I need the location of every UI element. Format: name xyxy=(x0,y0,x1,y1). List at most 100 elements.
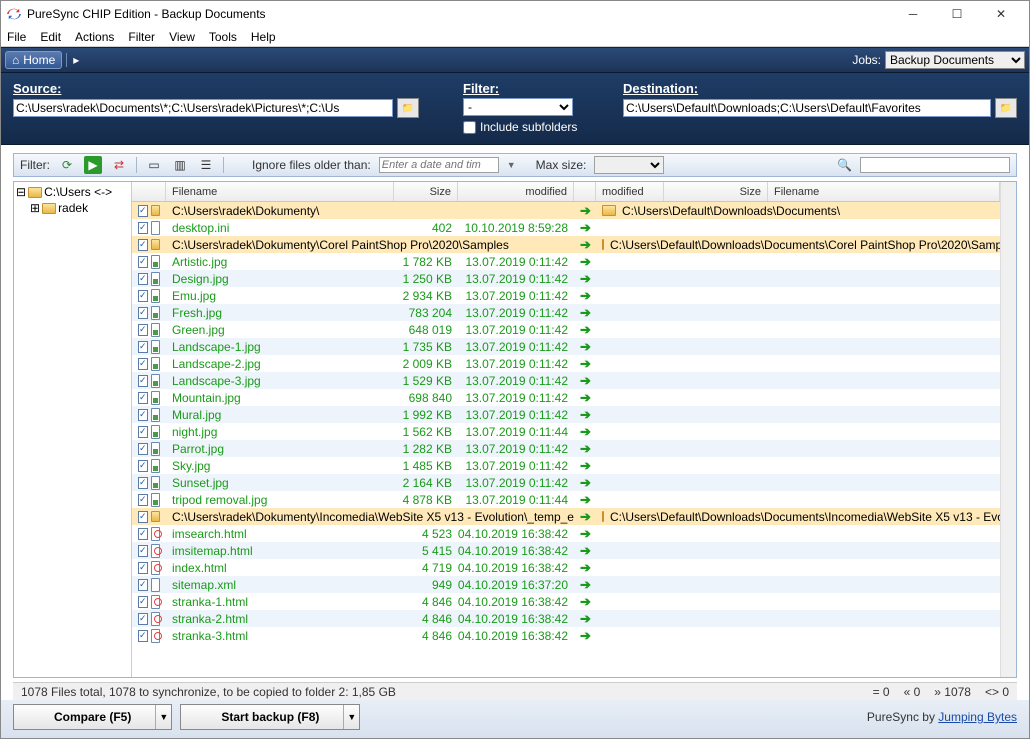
search-input[interactable] xyxy=(860,157,1010,173)
file-row[interactable]: ✓stranka-2.html4 84604.10.2019 16:38:42➔ xyxy=(132,610,1000,627)
header-size[interactable]: Size xyxy=(394,182,458,201)
file-row[interactable]: ✓desktop.ini40210.10.2019 8:59:28➔ xyxy=(132,219,1000,236)
file-row[interactable]: ✓index.html4 71904.10.2019 16:38:42➔ xyxy=(132,559,1000,576)
folder-tree[interactable]: ⊟ C:\Users <-> ⊞ radek xyxy=(14,182,132,677)
header-check[interactable] xyxy=(132,182,166,201)
direction-arrow-icon[interactable]: ➔ xyxy=(580,594,591,610)
row-checkbox[interactable]: ✓ xyxy=(138,511,148,523)
row-checkbox[interactable]: ✓ xyxy=(138,579,148,591)
view-split-icon[interactable]: ▥ xyxy=(171,156,189,174)
row-checkbox[interactable]: ✓ xyxy=(138,239,148,251)
row-checkbox[interactable]: ✓ xyxy=(138,630,148,642)
direction-arrow-icon[interactable]: ➔ xyxy=(580,628,591,644)
direction-arrow-icon[interactable]: ➔ xyxy=(580,288,591,304)
row-checkbox[interactable]: ✓ xyxy=(138,460,148,472)
menu-actions[interactable]: Actions xyxy=(75,30,114,44)
row-checkbox[interactable]: ✓ xyxy=(138,477,148,489)
maxsize-select[interactable] xyxy=(594,156,664,174)
direction-arrow-icon[interactable]: ➔ xyxy=(580,560,591,576)
file-row[interactable]: ✓imsearch.html4 52304.10.2019 16:38:42➔ xyxy=(132,525,1000,542)
view-list-icon[interactable]: ☰ xyxy=(197,156,215,174)
row-checkbox[interactable]: ✓ xyxy=(138,409,148,421)
menu-view[interactable]: View xyxy=(169,30,195,44)
header-size2[interactable]: Size xyxy=(664,182,768,201)
search-icon[interactable]: 🔍 xyxy=(837,158,852,172)
file-row[interactable]: ✓imsitemap.html5 41504.10.2019 16:38:42➔ xyxy=(132,542,1000,559)
header-filename[interactable]: Filename xyxy=(166,182,394,201)
file-row[interactable]: ✓stranka-1.html4 84604.10.2019 16:38:42➔ xyxy=(132,593,1000,610)
direction-arrow-icon[interactable]: ➔ xyxy=(580,339,591,355)
header-modified2[interactable]: modified xyxy=(596,182,664,201)
row-checkbox[interactable]: ✓ xyxy=(138,205,148,217)
menu-tools[interactable]: Tools xyxy=(209,30,237,44)
file-row[interactable]: ✓Parrot.jpg1 282 KB13.07.2019 0:11:42➔ xyxy=(132,440,1000,457)
direction-arrow-icon[interactable]: ➔ xyxy=(580,577,591,593)
source-browse-button[interactable]: 📁 xyxy=(397,98,419,118)
row-checkbox[interactable]: ✓ xyxy=(138,443,148,455)
compare-button[interactable]: Compare (F5) ▼ xyxy=(13,704,172,730)
menu-filter[interactable]: Filter xyxy=(128,30,155,44)
direction-arrow-icon[interactable]: ➔ xyxy=(580,220,591,236)
row-checkbox[interactable]: ✓ xyxy=(138,256,148,268)
row-checkbox[interactable]: ✓ xyxy=(138,273,148,285)
direction-arrow-icon[interactable]: ➔ xyxy=(580,509,591,525)
direction-arrow-icon[interactable]: ➔ xyxy=(580,356,591,372)
direction-arrow-icon[interactable]: ➔ xyxy=(580,407,591,423)
home-button[interactable]: ⌂ Home xyxy=(5,51,62,69)
row-checkbox[interactable]: ✓ xyxy=(138,290,148,302)
direction-arrow-icon[interactable]: ➔ xyxy=(580,492,591,508)
row-checkbox[interactable]: ✓ xyxy=(138,375,148,387)
direction-arrow-icon[interactable]: ➔ xyxy=(580,543,591,559)
row-checkbox[interactable]: ✓ xyxy=(138,545,148,557)
folder-row[interactable]: ✓C:\Users\radek\Dokumenty\Incomedia\WebS… xyxy=(132,508,1000,525)
direction-arrow-icon[interactable]: ➔ xyxy=(580,424,591,440)
file-row[interactable]: ✓Mural.jpg1 992 KB13.07.2019 0:11:42➔ xyxy=(132,406,1000,423)
row-checkbox[interactable]: ✓ xyxy=(138,528,148,540)
destination-path-input[interactable] xyxy=(623,99,991,117)
tree-child[interactable]: ⊞ radek xyxy=(16,200,129,216)
file-row[interactable]: ✓Landscape-1.jpg1 735 KB13.07.2019 0:11:… xyxy=(132,338,1000,355)
direction-arrow-icon[interactable]: ➔ xyxy=(580,475,591,491)
compare-dropdown-icon[interactable]: ▼ xyxy=(155,705,171,729)
direction-arrow-icon[interactable]: ➔ xyxy=(580,271,591,287)
file-row[interactable]: ✓Landscape-3.jpg1 529 KB13.07.2019 0:11:… xyxy=(132,372,1000,389)
row-checkbox[interactable]: ✓ xyxy=(138,307,148,319)
direction-arrow-icon[interactable]: ➔ xyxy=(580,254,591,270)
maximize-button[interactable]: ☐ xyxy=(935,1,979,27)
file-row[interactable]: ✓tripod removal.jpg4 878 KB13.07.2019 0:… xyxy=(132,491,1000,508)
direction-arrow-icon[interactable]: ➔ xyxy=(580,237,591,253)
row-checkbox[interactable]: ✓ xyxy=(138,341,148,353)
file-row[interactable]: ✓stranka-3.html4 84604.10.2019 16:38:42➔ xyxy=(132,627,1000,644)
direction-arrow-icon[interactable]: ➔ xyxy=(580,458,591,474)
view-single-icon[interactable]: ▭ xyxy=(145,156,163,174)
row-checkbox[interactable]: ✓ xyxy=(138,358,148,370)
row-checkbox[interactable]: ✓ xyxy=(138,426,148,438)
ignore-date-input[interactable] xyxy=(379,157,499,173)
vertical-scrollbar[interactable] xyxy=(1000,182,1016,677)
start-backup-button[interactable]: Start backup (F8) ▼ xyxy=(180,704,360,730)
include-subfolders-checkbox[interactable] xyxy=(463,121,476,134)
row-checkbox[interactable]: ✓ xyxy=(138,324,148,336)
header-filename2[interactable]: Filename xyxy=(768,182,1000,201)
filter-diff-icon[interactable]: ⇄ xyxy=(110,156,128,174)
direction-arrow-icon[interactable]: ➔ xyxy=(580,322,591,338)
file-row[interactable]: ✓night.jpg1 562 KB13.07.2019 0:11:44➔ xyxy=(132,423,1000,440)
row-checkbox[interactable]: ✓ xyxy=(138,222,148,234)
backup-dropdown-icon[interactable]: ▼ xyxy=(343,705,359,729)
direction-arrow-icon[interactable]: ➔ xyxy=(580,390,591,406)
close-button[interactable]: ✕ xyxy=(979,1,1023,27)
direction-arrow-icon[interactable]: ➔ xyxy=(580,203,591,219)
direction-arrow-icon[interactable]: ➔ xyxy=(580,611,591,627)
menu-edit[interactable]: Edit xyxy=(40,30,61,44)
jobs-select[interactable]: Backup Documents xyxy=(885,51,1025,69)
file-row[interactable]: ✓Green.jpg648 01913.07.2019 0:11:42➔ xyxy=(132,321,1000,338)
row-checkbox[interactable]: ✓ xyxy=(138,562,148,574)
file-row[interactable]: ✓Artistic.jpg1 782 KB13.07.2019 0:11:42➔ xyxy=(132,253,1000,270)
direction-arrow-icon[interactable]: ➔ xyxy=(580,441,591,457)
direction-arrow-icon[interactable]: ➔ xyxy=(580,305,591,321)
menu-help[interactable]: Help xyxy=(251,30,276,44)
credit-link[interactable]: Jumping Bytes xyxy=(938,710,1017,724)
nav-forward-icon[interactable]: ▸ xyxy=(66,53,85,67)
file-row[interactable]: ✓Sunset.jpg2 164 KB13.07.2019 0:11:42➔ xyxy=(132,474,1000,491)
menu-file[interactable]: File xyxy=(7,30,26,44)
